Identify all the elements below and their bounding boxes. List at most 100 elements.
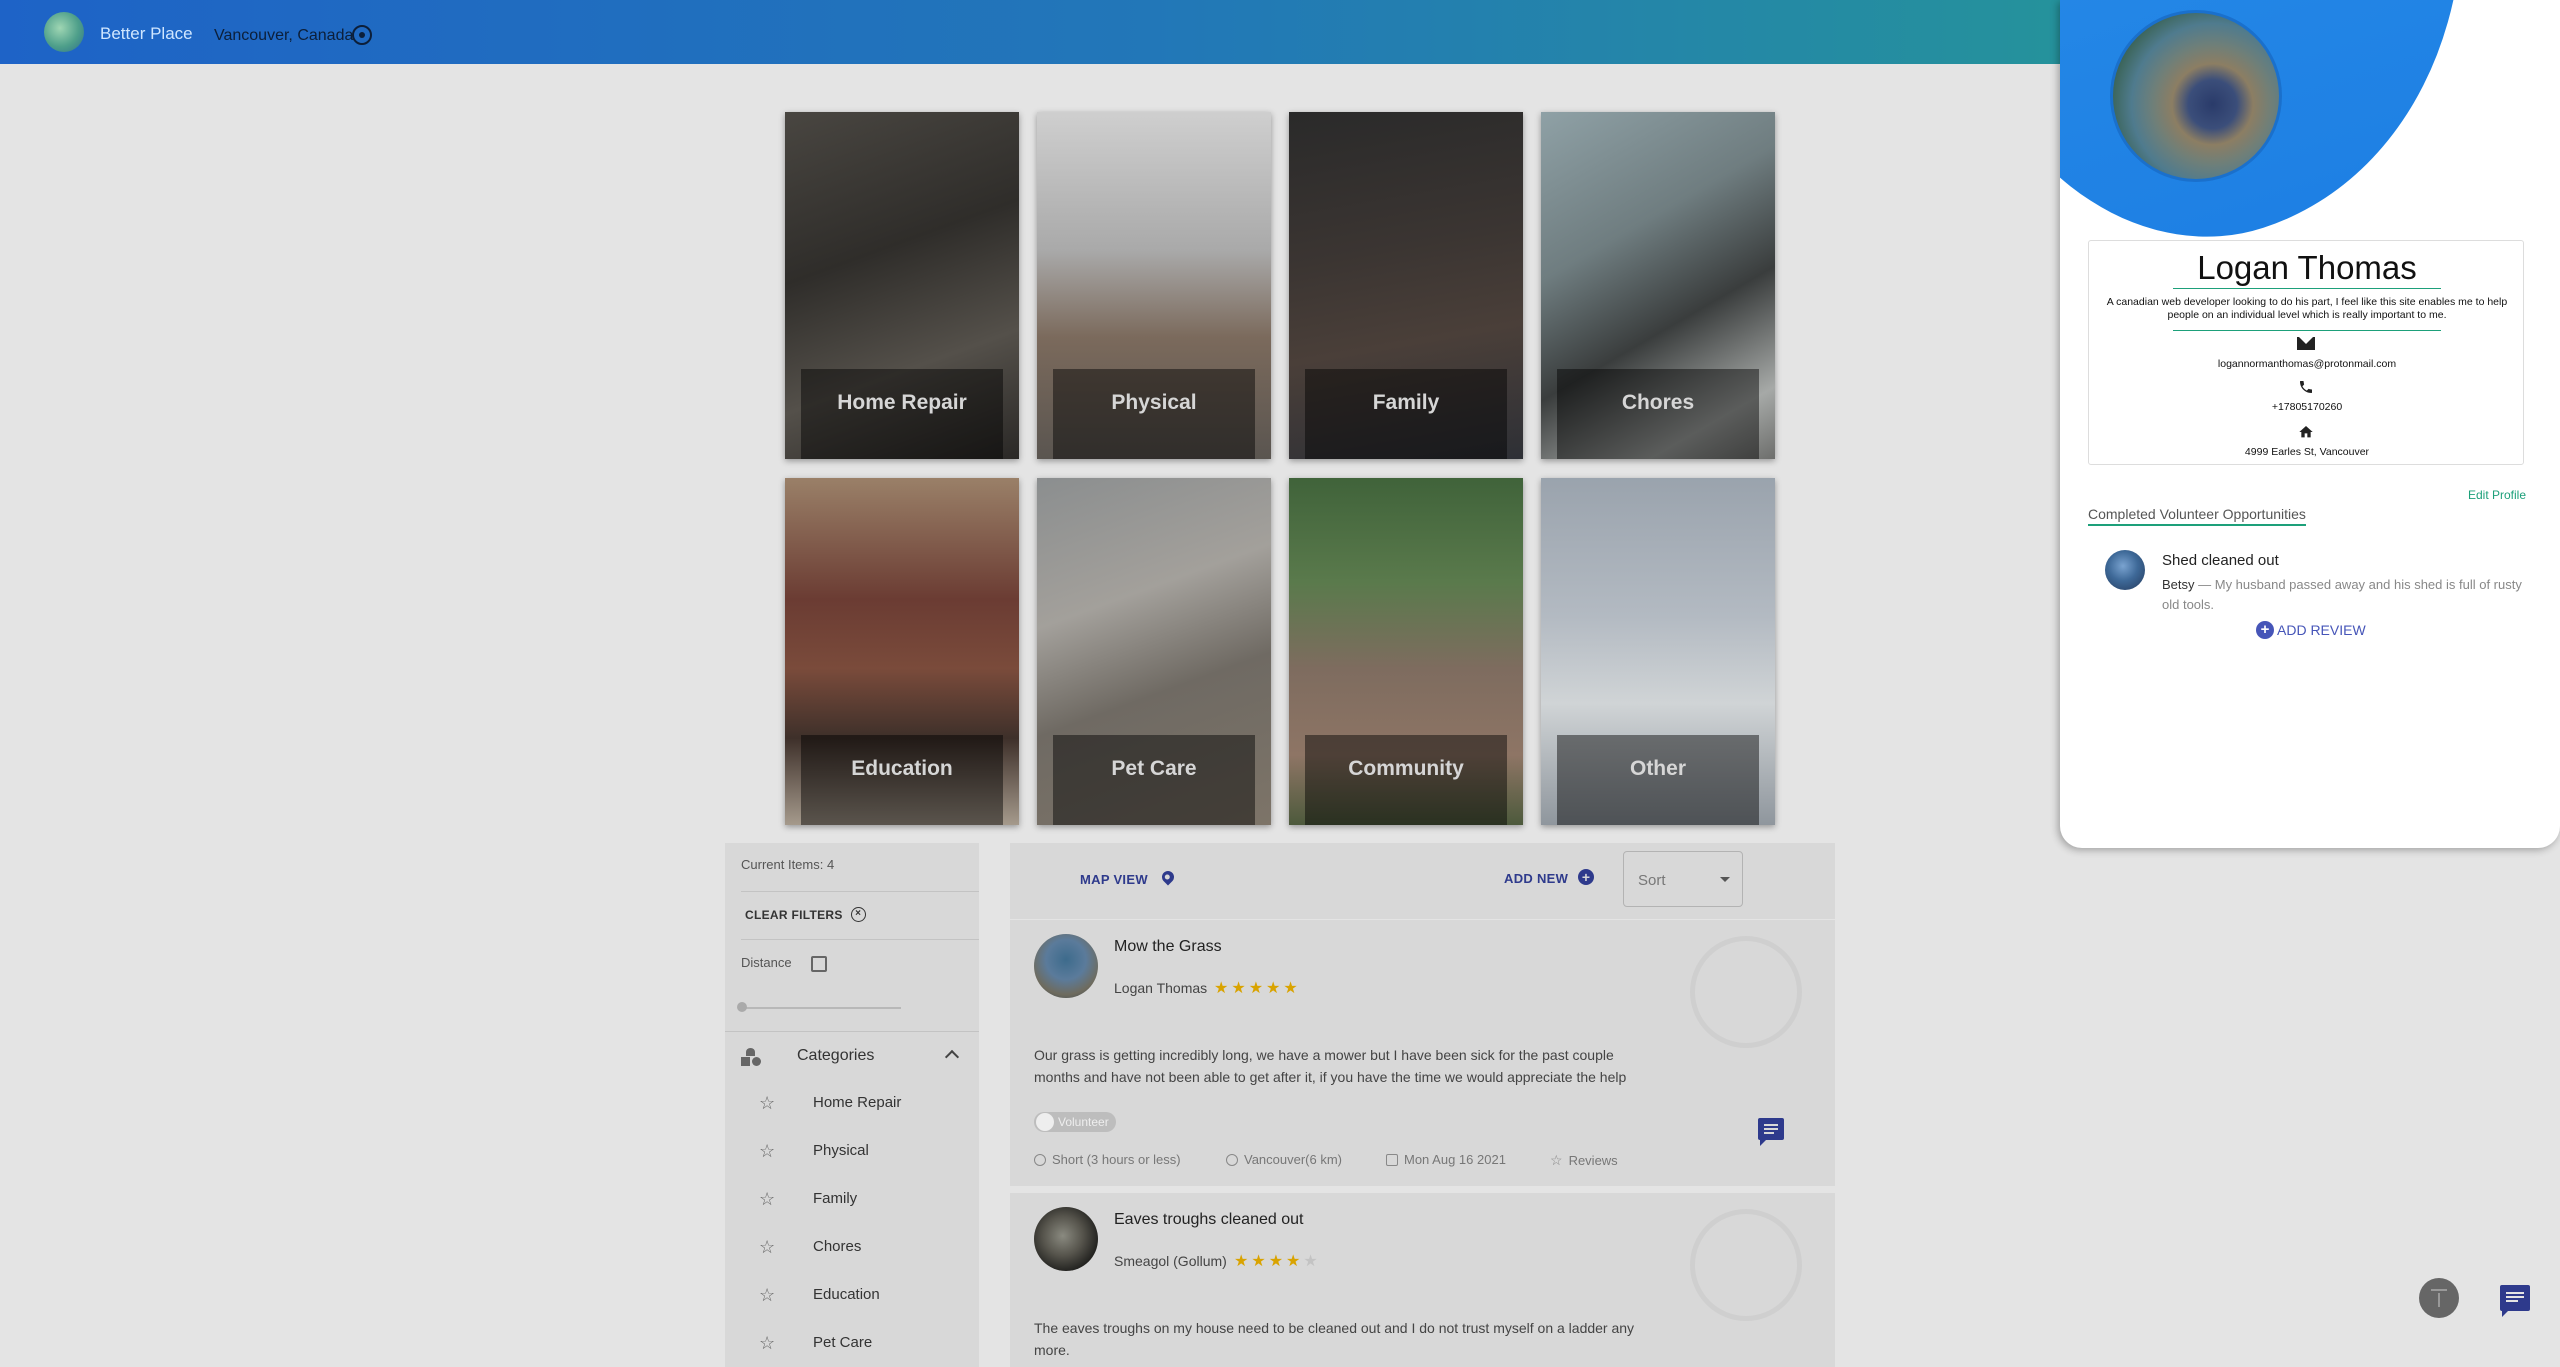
duration-meta: Short (3 hours or less): [1034, 1152, 1181, 1167]
category-filter-label: Physical: [813, 1142, 869, 1159]
category-tile-physical[interactable]: Physical: [1037, 112, 1271, 459]
chevron-up-icon[interactable]: [944, 1049, 960, 1065]
divider: [2173, 288, 2441, 289]
profile-photo: [2110, 10, 2282, 182]
star-outline-icon: ☆: [759, 1285, 776, 1305]
distance-label: Distance: [741, 955, 792, 970]
category-tile-home-repair[interactable]: Home Repair: [785, 112, 1019, 459]
category-tile-label: Physical: [1053, 369, 1255, 459]
date-meta: Mon Aug 16 2021: [1386, 1152, 1506, 1167]
add-review-button[interactable]: + ADD REVIEW: [2256, 621, 2366, 639]
plus-circle-icon[interactable]: +: [1578, 869, 1594, 885]
chat-icon[interactable]: [1758, 1118, 1784, 1146]
profile-panel: Logan Thomas A canadian web developer lo…: [2060, 0, 2560, 848]
category-filter-item[interactable]: ☆ Education: [725, 1271, 979, 1319]
category-shapes-icon: [741, 1048, 761, 1066]
listing-card[interactable]: Mow the Grass Logan Thomas ★★★★★ Our gra…: [1010, 920, 1835, 1186]
add-new-button[interactable]: ADD NEW: [1504, 871, 1568, 886]
my-location-icon[interactable]: [352, 25, 372, 45]
profile-card: Logan Thomas A canadian web developer lo…: [2088, 240, 2524, 465]
star-outline-icon: ☆: [759, 1333, 776, 1353]
listing-description: Our grass is getting incredibly long, we…: [1034, 1047, 1627, 1085]
category-filter-item[interactable]: ☆ Family: [725, 1175, 979, 1223]
category-tile-other[interactable]: Other: [1541, 478, 1775, 825]
listing-title[interactable]: Mow the Grass: [1114, 938, 1222, 956]
category-filter-label: Pet Care: [813, 1334, 873, 1351]
listing-author: Logan Thomas: [1114, 980, 1208, 996]
listing-card[interactable]: Eaves troughs cleaned out Smeagol (Gollu…: [1010, 1193, 1835, 1367]
category-tile-pet-care[interactable]: Pet Care: [1037, 478, 1271, 825]
star-outline-icon: ☆: [759, 1237, 776, 1257]
distance-meta: Vancouver(6 km): [1226, 1152, 1342, 1167]
categories-header[interactable]: Categories: [725, 1031, 979, 1079]
caret-down-icon: [1720, 877, 1730, 882]
sort-placeholder: Sort: [1638, 872, 1666, 889]
opportunity-description: Betsy — My husband passed away and his s…: [2162, 575, 2532, 615]
distance-text: Vancouver(6 km): [1244, 1152, 1343, 1167]
scroll-top-icon[interactable]: [2419, 1278, 2459, 1318]
progress-ring: [1690, 936, 1802, 1048]
profile-email: logannormanthomas@protonmail.com: [2217, 358, 2397, 370]
edit-profile-link[interactable]: Edit Profile: [2468, 488, 2526, 502]
close-circle-icon: ×: [850, 907, 866, 922]
opportunity-text: — My husband passed away and his shed is…: [2162, 577, 2522, 612]
rating-stars: ★★★★★: [1234, 1253, 1321, 1270]
category-tile-label: Education: [801, 735, 1003, 825]
brand-name[interactable]: Better Place: [100, 24, 193, 44]
phone-icon: [2300, 381, 2312, 393]
pin-outline-icon: [1226, 1153, 1238, 1166]
category-tile-label: Chores: [1557, 369, 1759, 459]
avatar: [2105, 550, 2145, 590]
category-filter-item[interactable]: ☆ Pet Care: [725, 1319, 979, 1367]
avatar[interactable]: [1034, 1207, 1098, 1271]
globe-logo-icon[interactable]: [44, 12, 84, 52]
category-filter-label: Chores: [813, 1238, 862, 1255]
profile-name: Logan Thomas: [2197, 249, 2417, 286]
chat-icon[interactable]: [2500, 1285, 2530, 1317]
listing-title[interactable]: Eaves troughs cleaned out: [1114, 1211, 1303, 1229]
distance-slider[interactable]: [741, 1007, 901, 1009]
category-filter-label: Education: [813, 1286, 880, 1303]
filter-panel: Current Items: 4 CLEAR FILTERS × Distanc…: [725, 843, 979, 1367]
category-filter-label: Home Repair: [813, 1094, 902, 1111]
map-view-button[interactable]: MAP VIEW: [1080, 872, 1148, 887]
category-tile-education[interactable]: Education: [785, 478, 1019, 825]
category-tile-chores[interactable]: Chores: [1541, 112, 1775, 459]
distance-slider-thumb[interactable]: [737, 1002, 747, 1012]
sort-select[interactable]: Sort: [1623, 851, 1743, 907]
category-tile-community[interactable]: Community: [1289, 478, 1523, 825]
listing-description: The eaves troughs on my house need to be…: [1034, 1320, 1635, 1358]
clear-filters-label: CLEAR FILTERS: [745, 907, 843, 922]
divider: [741, 939, 979, 940]
location-text: Vancouver, Canada: [214, 27, 354, 44]
pin-icon[interactable]: [1159, 868, 1177, 886]
distance-checkbox[interactable]: [811, 956, 827, 972]
category-filter-item[interactable]: ☆ Physical: [725, 1127, 979, 1175]
category-filter-label: Family: [813, 1190, 858, 1207]
add-review-label: ADD REVIEW: [2277, 622, 2366, 638]
profile-phone: +17805170260: [2271, 401, 2343, 413]
toggle-label: Volunteer: [1058, 1115, 1109, 1129]
category-filter-item[interactable]: ☆ Chores: [725, 1223, 979, 1271]
volunteer-toggle[interactable]: Volunteer: [1034, 1112, 1116, 1132]
category-filter-item[interactable]: ☆ Home Repair: [725, 1079, 979, 1127]
categories-title: Categories: [797, 1047, 875, 1064]
category-tile-label: Pet Care: [1053, 735, 1255, 825]
divider: [2173, 330, 2441, 331]
listing-author: Smeagol (Gollum): [1114, 1253, 1227, 1269]
duration-text: Short (3 hours or less): [1052, 1152, 1181, 1167]
completed-opportunities-title: Completed Volunteer Opportunities: [2088, 506, 2306, 526]
reviews-text: Reviews: [1568, 1153, 1618, 1168]
avatar[interactable]: [1034, 934, 1098, 998]
star-outline-icon: ☆: [759, 1093, 776, 1113]
category-tile-family[interactable]: Family: [1289, 112, 1523, 459]
star-outline-icon: ☆: [759, 1141, 776, 1161]
divider: [741, 891, 979, 892]
category-tile-label: Other: [1557, 735, 1759, 825]
reviews-link[interactable]: ☆ Reviews: [1550, 1152, 1618, 1169]
clear-filters-button[interactable]: CLEAR FILTERS ×: [745, 907, 866, 922]
rating-stars: ★★★★★: [1214, 980, 1301, 997]
profile-address: 4999 Earles St, Vancouver: [2244, 446, 2370, 458]
star-outline-icon: ☆: [1550, 1152, 1563, 1168]
toggle-knob: [1036, 1113, 1054, 1131]
